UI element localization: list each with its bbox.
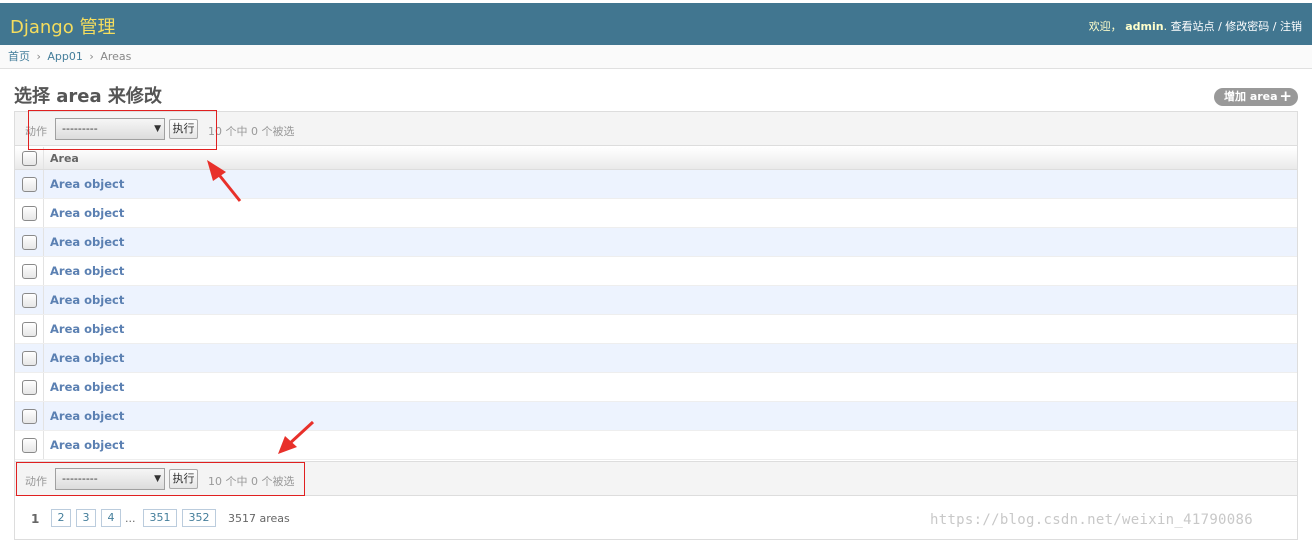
arrow-icon [207, 160, 242, 202]
arrow-icon [278, 420, 315, 454]
annotation-arrows [207, 160, 315, 454]
watermark: https://blog.csdn.net/weixin_41790086 [930, 512, 1253, 528]
